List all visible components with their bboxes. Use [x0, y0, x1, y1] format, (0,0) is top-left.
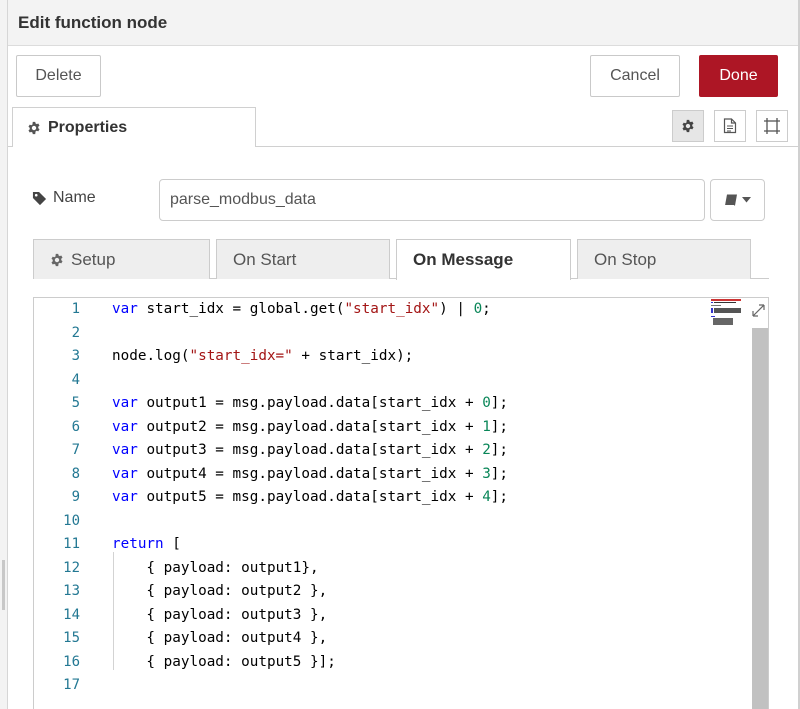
document-icon: [723, 118, 737, 134]
line-number: 11: [63, 536, 80, 552]
line-number: 4: [71, 371, 80, 388]
line-number: 6: [71, 418, 80, 435]
gear-icon: [28, 121, 40, 134]
function-subtabs: Setup On Start On Message On Stop: [33, 239, 769, 280]
library-button[interactable]: [710, 179, 765, 221]
resize-grip[interactable]: [2, 560, 5, 610]
tray-title: Edit function node: [18, 13, 168, 32]
tab-properties[interactable]: Properties: [12, 107, 256, 147]
tab-setup[interactable]: Setup: [33, 239, 210, 279]
line-number: 14: [63, 606, 80, 623]
expand-icon: [751, 303, 765, 317]
code-editor[interactable]: 1 2 3 4 5 6 7 8 9 10 11 12 13 14 15 16 17 var start_idx …: [33, 297, 769, 709]
tab-on-stop-label: On Stop: [594, 249, 657, 269]
code-line: { payload: output1},: [112, 559, 319, 576]
line-number: 16: [63, 653, 80, 670]
code-line: { payload: output4 },: [112, 630, 328, 646]
code-line: var output2 = msg.payload.data[start_idx…: [112, 418, 509, 435]
tab-setup-label: Setup: [71, 249, 116, 269]
left-panel-edge: [0, 0, 8, 709]
line-number: 3: [71, 348, 80, 364]
node-description-button[interactable]: [714, 110, 746, 142]
chevron-down-icon: [742, 197, 751, 203]
tab-on-message[interactable]: On Message: [396, 239, 571, 280]
line-number-gutter: 1 2 3 4 5 6 7 8 9 10 11 12 13 14 15 16 17: [34, 298, 94, 709]
code-line: return [: [112, 536, 181, 552]
node-appearance-button[interactable]: [756, 110, 788, 142]
tab-properties-label: Properties: [48, 118, 128, 136]
line-number: 5: [71, 395, 80, 411]
name-label-text: Name: [53, 189, 96, 206]
code-line: { payload: output2 },: [112, 583, 328, 599]
line-number: 8: [71, 465, 80, 482]
delete-button[interactable]: Delete: [16, 55, 101, 97]
gear-icon: [51, 253, 63, 266]
editor-scrollbar[interactable]: [752, 328, 768, 709]
line-number: 2: [71, 324, 80, 341]
tab-on-start-label: On Start: [233, 249, 297, 269]
code-line: node.log("start_idx=" + start_idx);: [112, 348, 414, 364]
done-button[interactable]: Done: [699, 55, 778, 97]
frame-icon: [764, 118, 780, 134]
line-number: 13: [63, 583, 80, 599]
line-number: 1: [71, 301, 80, 317]
line-number: 15: [63, 630, 80, 646]
code-line: var output5 = msg.payload.data[start_idx…: [112, 489, 509, 505]
node-settings-button[interactable]: [672, 110, 704, 142]
tab-on-start[interactable]: On Start: [216, 239, 390, 279]
line-number: 17: [63, 677, 80, 693]
cancel-button[interactable]: Cancel: [590, 55, 680, 97]
tab-on-message-label: On Message: [413, 250, 514, 269]
book-icon: [725, 194, 737, 206]
tray-header: Edit function node: [8, 0, 798, 46]
line-number: 9: [71, 489, 80, 505]
code-line: var output4 = msg.payload.data[start_idx…: [112, 465, 509, 482]
name-input[interactable]: [159, 179, 705, 221]
minimap[interactable]: [710, 299, 744, 331]
code-line: var output3 = msg.payload.data[start_idx…: [112, 442, 509, 458]
line-number: 12: [63, 559, 80, 576]
code-line: { payload: output3 },: [112, 606, 328, 623]
code-line: { payload: output5 }];: [112, 653, 336, 670]
name-label: Name: [32, 189, 96, 207]
code-line: var start_idx = global.get("start_idx") …: [112, 301, 491, 317]
line-number: 10: [63, 512, 80, 529]
gear-icon: [682, 119, 694, 133]
tab-on-stop[interactable]: On Stop: [577, 239, 751, 279]
line-number: 7: [71, 442, 80, 458]
code-line: var output1 = msg.payload.data[start_idx…: [112, 395, 509, 411]
expand-editor-button[interactable]: [750, 302, 766, 318]
tag-icon: [32, 191, 47, 205]
